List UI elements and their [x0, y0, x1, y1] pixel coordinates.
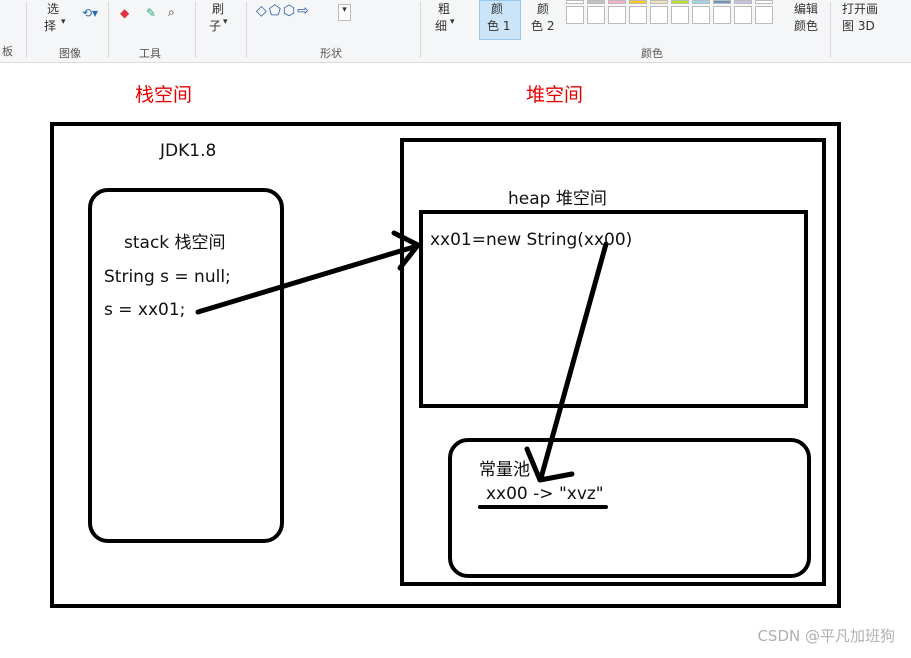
stack-line-declaration: String s = null; — [104, 267, 231, 287]
reference-arrow-line — [195, 243, 420, 315]
watermark: CSDN @平凡加班狗 — [757, 627, 895, 645]
stack-line-assignment: s = xx01; — [104, 300, 186, 320]
heap-object-label: xx01=new String(xx00) — [430, 230, 633, 250]
heap-title: heap 堆空间 — [508, 189, 607, 209]
jdk-version-label: JDK1.8 — [160, 141, 217, 161]
heap-box — [400, 138, 826, 586]
jvm-outer-box — [50, 122, 841, 608]
stack-title: stack 栈空间 — [124, 233, 226, 253]
constant-pool-entry: xx00 -> "xvz" — [486, 484, 604, 504]
diagram-canvas — [50, 122, 841, 608]
constant-pool-title: 常量池 — [479, 460, 530, 480]
pool-arrow-line — [538, 241, 609, 481]
